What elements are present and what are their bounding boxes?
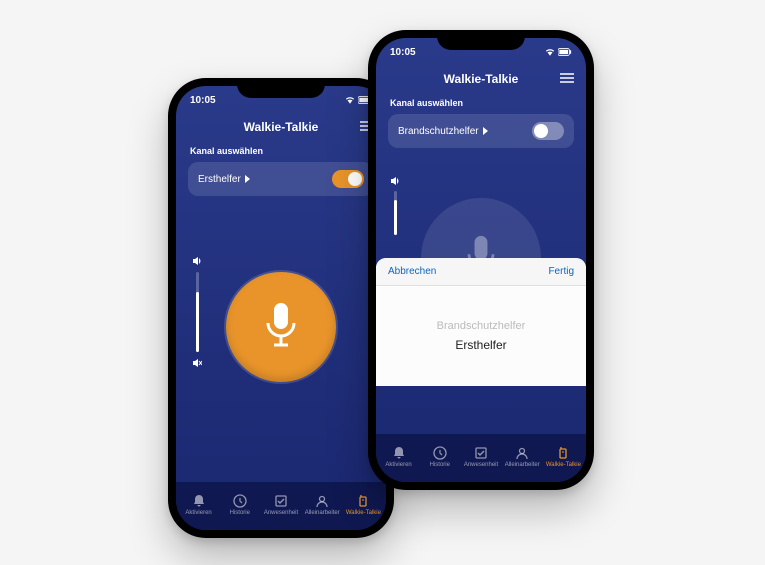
channel-picker-sheet: Abbrechen Fertig Brandschutzhelfer Ersth… — [376, 258, 586, 386]
screen-right: 10:05 Walkie-Talkie Kanal auswählen Bran… — [376, 38, 586, 482]
picker-done-button[interactable]: Fertig — [548, 266, 574, 277]
tab-bar: Aktivieren Historie Anwesenheit Alleinar… — [376, 434, 586, 482]
screen-left: 10:05 Walkie-Talkie Kanal auswählen Erst… — [176, 86, 386, 530]
volume-track[interactable] — [394, 191, 397, 235]
channel-toggle[interactable] — [532, 122, 564, 140]
volume-up-icon — [192, 256, 202, 266]
tab-walkie-talkie[interactable]: Walkie-Talkie — [343, 494, 384, 516]
check-square-icon — [274, 494, 288, 508]
app-header: Walkie-Talkie — [376, 66, 586, 92]
picker-cancel-button[interactable]: Abbrechen — [388, 266, 436, 277]
tab-historie[interactable]: Historie — [219, 494, 260, 516]
battery-icon — [558, 48, 572, 56]
microphone-icon — [260, 301, 302, 353]
picker-wheel[interactable]: Brandschutzhelfer Ersthelfer — [376, 286, 586, 386]
chevron-right-icon — [483, 127, 489, 135]
tab-label: Historie — [430, 462, 450, 468]
tab-label: Aktivieren — [185, 510, 211, 516]
channel-selector-row[interactable]: Ersthelfer — [188, 162, 374, 196]
volume-slider[interactable] — [192, 256, 202, 368]
menu-icon — [560, 73, 574, 83]
bell-icon — [192, 494, 206, 508]
tab-anwesenheit[interactable]: Anwesenheit — [260, 494, 301, 516]
menu-button[interactable] — [560, 70, 574, 88]
volume-mute-icon — [192, 358, 202, 368]
main-area — [176, 196, 386, 482]
picker-option-selected[interactable]: Ersthelfer — [455, 338, 506, 352]
phone-mockup-left: 10:05 Walkie-Talkie Kanal auswählen Erst… — [168, 78, 394, 538]
volume-slider[interactable] — [390, 176, 400, 235]
tab-walkie-talkie[interactable]: Walkie-Talkie — [543, 446, 584, 468]
page-title: Walkie-Talkie — [244, 120, 319, 134]
tab-anwesenheit[interactable]: Anwesenheit — [460, 446, 501, 468]
status-indicators — [545, 48, 572, 56]
device-notch — [437, 30, 525, 50]
tab-historie[interactable]: Historie — [419, 446, 460, 468]
clock-icon — [433, 446, 447, 460]
check-square-icon — [474, 446, 488, 460]
channel-toggle[interactable] — [332, 170, 364, 188]
channel-section-label: Kanal auswählen — [176, 140, 386, 162]
tab-label: Historie — [230, 510, 250, 516]
wifi-icon — [345, 96, 355, 104]
picker-option[interactable]: Brandschutzhelfer — [437, 320, 526, 332]
tab-aktivieren[interactable]: Aktivieren — [178, 494, 219, 516]
tab-bar: Aktivieren Historie Anwesenheit Alleinar… — [176, 482, 386, 530]
status-time: 10:05 — [390, 47, 416, 58]
channel-section-label: Kanal auswählen — [376, 92, 586, 114]
tab-label: Alleinarbeiter — [505, 462, 540, 468]
channel-selector-row[interactable]: Brandschutzhelfer — [388, 114, 574, 148]
picker-toolbar: Abbrechen Fertig — [376, 258, 586, 286]
user-icon — [315, 494, 329, 508]
status-time: 10:05 — [190, 95, 216, 106]
tab-alleinarbeiter[interactable]: Alleinarbeiter — [302, 494, 343, 516]
tab-label: Walkie-Talkie — [546, 462, 581, 468]
push-to-talk-button[interactable] — [226, 272, 336, 382]
tab-label: Anwesenheit — [464, 462, 498, 468]
wifi-icon — [545, 48, 555, 56]
tab-aktivieren[interactable]: Aktivieren — [378, 446, 419, 468]
tab-label: Anwesenheit — [264, 510, 298, 516]
channel-select-button[interactable]: Brandschutzhelfer — [398, 126, 489, 137]
walkie-icon — [356, 494, 370, 508]
phone-mockup-right: 10:05 Walkie-Talkie Kanal auswählen Bran… — [368, 30, 594, 490]
device-notch — [237, 78, 325, 98]
tab-label: Aktivieren — [385, 462, 411, 468]
chevron-right-icon — [245, 175, 251, 183]
channel-name: Brandschutzhelfer — [398, 126, 479, 137]
user-icon — [515, 446, 529, 460]
clock-icon — [233, 494, 247, 508]
walkie-icon — [556, 446, 570, 460]
app-header: Walkie-Talkie — [176, 114, 386, 140]
channel-select-button[interactable]: Ersthelfer — [198, 174, 251, 185]
tab-alleinarbeiter[interactable]: Alleinarbeiter — [502, 446, 543, 468]
tab-label: Walkie-Talkie — [346, 510, 381, 516]
bell-icon — [392, 446, 406, 460]
tab-label: Alleinarbeiter — [305, 510, 340, 516]
page-title: Walkie-Talkie — [444, 72, 519, 86]
volume-up-icon — [390, 176, 400, 186]
channel-name: Ersthelfer — [198, 174, 241, 185]
main-area: Abbrechen Fertig Brandschutzhelfer Ersth… — [376, 148, 586, 434]
volume-track[interactable] — [196, 272, 199, 352]
